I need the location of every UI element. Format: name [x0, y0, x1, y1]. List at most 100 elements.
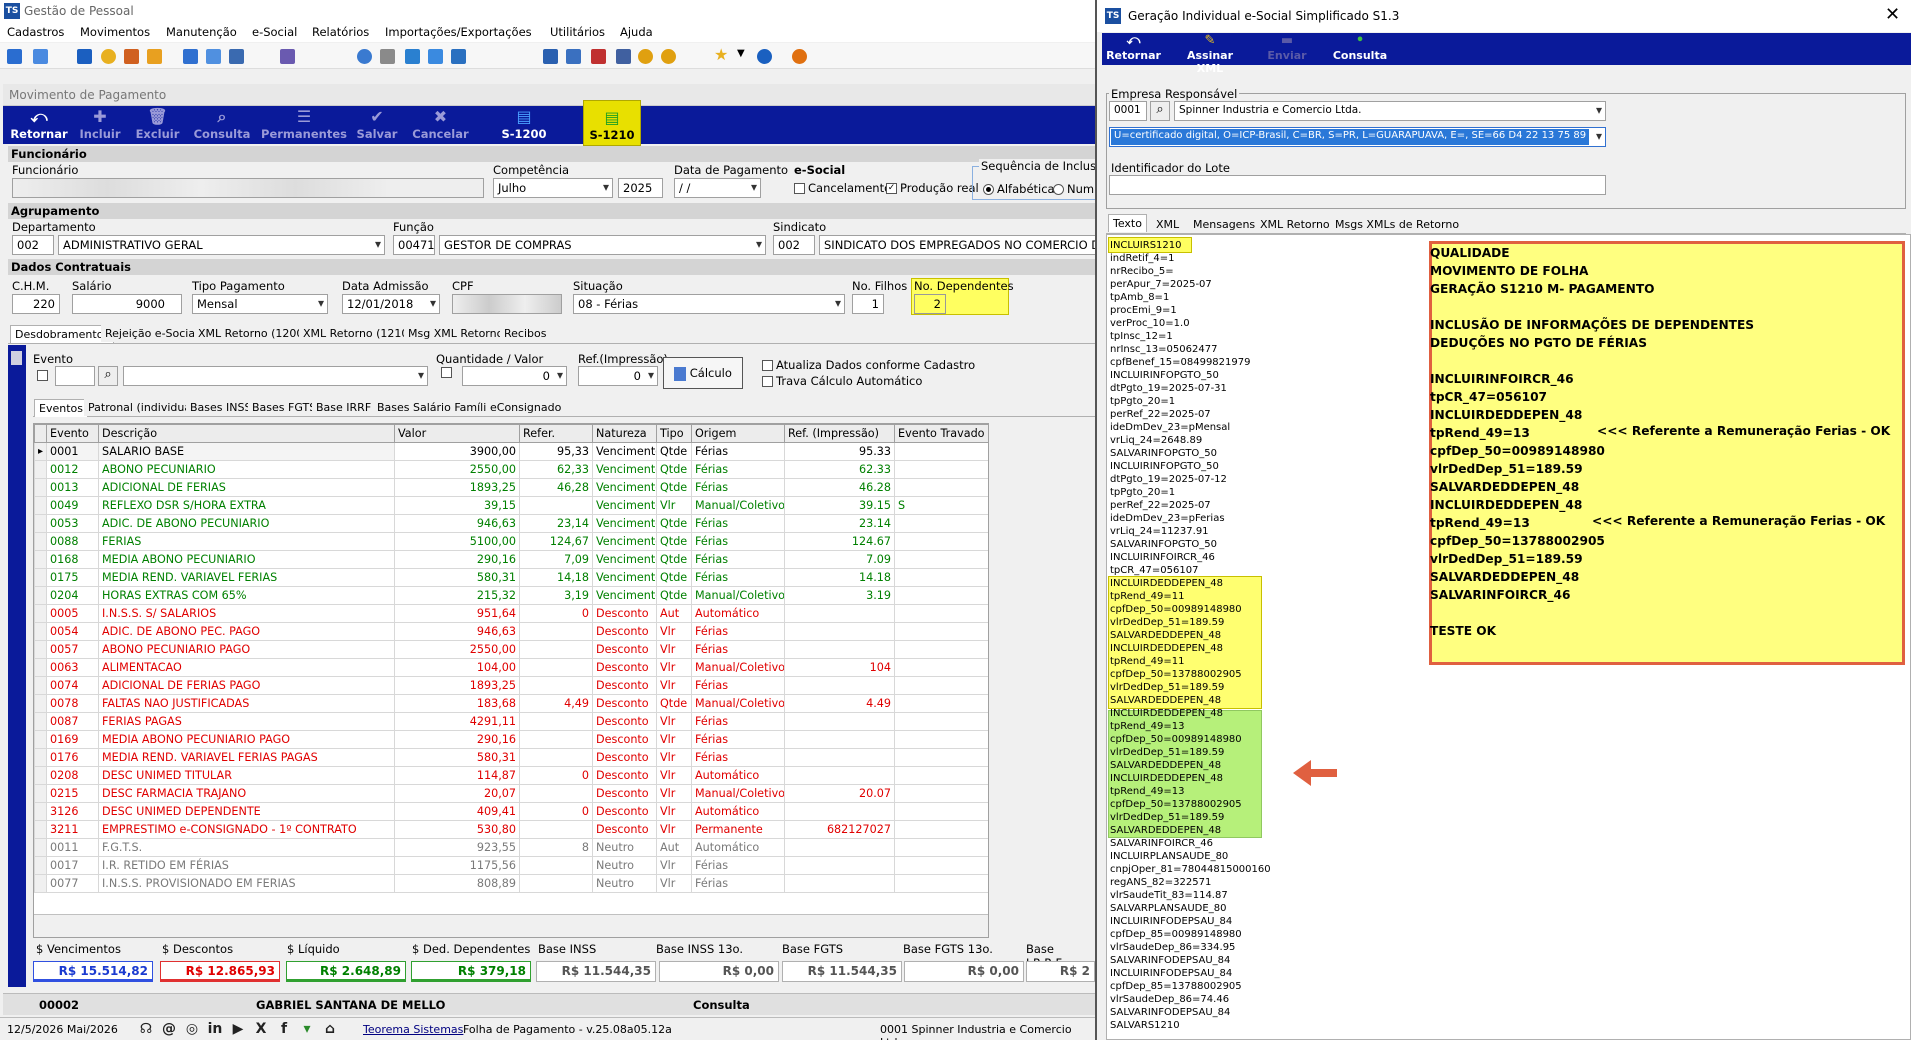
empresa-code-field[interactable]: 0001 [1109, 101, 1147, 121]
depto-select[interactable]: ADMINISTRATIVO GERAL [58, 235, 385, 255]
table-row[interactable]: 0063 ALIMENTACAO 104,00 Desconto Vlr Manual/C… [34, 658, 988, 677]
producao-real-checkbox[interactable]: ✓ Produção real [886, 181, 979, 195]
menu-importacoes[interactable]: Importações/Exportações [385, 25, 532, 39]
qt-calendar-icon[interactable] [124, 49, 139, 64]
competencia-ano-spinner[interactable]: 2025 [618, 178, 663, 198]
funcionario-field[interactable] [12, 178, 484, 198]
linkedin-icon[interactable]: in [207, 1021, 223, 1037]
table-row[interactable]: 0012 ABONO PECUNIARIO 2550,00 62,33 Vencimen… [34, 460, 988, 479]
table-row[interactable]: 0074 ADICIONAL DE FERIAS PAGO 1893,25 Desco… [34, 676, 988, 695]
qt-dropdown-icon[interactable]: ▼ [737, 48, 745, 59]
qtd-valor-field[interactable]: 0 [462, 366, 567, 386]
table-row[interactable]: 0087 FERIAS PAGAS 4291,11 Desconto Vlr Férias [34, 712, 988, 731]
instagram-icon[interactable]: ◎ [184, 1021, 200, 1037]
consulta-button[interactable]: ⌕ Consulta [191, 107, 253, 141]
tab-bases-salario-familia[interactable]: Bases Salário Família [373, 399, 498, 416]
qt-gear-icon[interactable] [661, 49, 676, 64]
evento-select[interactable] [123, 366, 428, 386]
sindicato-code-field[interactable]: 002 [773, 235, 815, 255]
salvar-button[interactable]: ✔ Salvar [352, 107, 402, 141]
certificado-select[interactable]: U=certificado digital, O=ICP-Brasil, C=B… [1109, 127, 1606, 147]
tab-desdobramentos[interactable]: Desdobramentos [10, 325, 115, 343]
headset-icon[interactable]: ☊ [138, 1021, 154, 1037]
dependentes-field[interactable]: 2 [914, 294, 946, 314]
qt-edit-icon[interactable] [451, 49, 466, 64]
cancelamento-checkbox[interactable]: Cancelamento [794, 181, 891, 195]
grid-header-valor[interactable]: Valor [394, 424, 520, 443]
qt-info-icon[interactable] [757, 49, 772, 64]
qt-form-icon[interactable] [206, 49, 221, 64]
atualiza-box[interactable] [762, 360, 773, 371]
tab-bases-inss[interactable]: Bases INSS [186, 399, 256, 416]
chm-field[interactable]: 220 [12, 294, 60, 314]
dialog-retornar-button[interactable]: ⤺ Retornar [1106, 33, 1161, 62]
dialog-tab-xml-retorno[interactable]: XML Retorno [1256, 216, 1334, 233]
qt-cal2-icon[interactable] [591, 49, 606, 64]
qt-home-icon[interactable] [7, 49, 22, 64]
tab-recibos[interactable]: Recibos [500, 325, 551, 342]
tab-bases-fgts[interactable]: Bases FGTS [248, 399, 321, 416]
competencia-mes-select[interactable]: Julho [493, 178, 613, 198]
qt-email-icon[interactable] [357, 49, 372, 64]
table-row[interactable]: 0208 DESC UNIMED TITULAR 114,87 0 Desconto Vl… [34, 766, 988, 785]
funcao-select[interactable]: GESTOR DE COMPRAS [439, 235, 766, 255]
tipo-pagamento-select[interactable]: Mensal [192, 294, 328, 314]
facebook-icon[interactable]: f [276, 1021, 292, 1037]
alfabetica-radio-dot[interactable] [983, 184, 994, 195]
dialog-tab-texto[interactable]: Texto [1108, 214, 1147, 232]
incluir-button[interactable]: ✚ Incluir [75, 107, 125, 141]
empresa-search-button[interactable]: ⌕ [1150, 101, 1170, 121]
trava-checkbox[interactable]: Trava Cálculo Automático [762, 374, 922, 388]
table-row[interactable]: 0175 MEDIA REND. VARIAVEL FERIAS 580,31 14,… [34, 568, 988, 587]
grid-header-natureza[interactable]: Natureza [592, 424, 657, 443]
qt-chart-icon[interactable] [428, 49, 443, 64]
youtube-icon[interactable]: ▶ [230, 1021, 246, 1037]
numerica-radio-dot[interactable] [1053, 184, 1064, 195]
table-row[interactable]: 0078 FALTAS NAO JUSTIFICADAS 183,68 4,49 Des… [34, 694, 988, 713]
status-link[interactable]: Teorema Sistemas [363, 1023, 463, 1036]
qt-list-icon[interactable] [183, 49, 198, 64]
data-pagamento-field[interactable]: / / [674, 178, 761, 198]
depto-code-field[interactable]: 002 [12, 235, 54, 255]
table-row[interactable]: 0215 DESC FARMACIA TRAJANO 20,07 Desconto Vl… [34, 784, 988, 803]
qt-calc-icon[interactable] [543, 49, 558, 64]
alfabetica-radio[interactable]: Alfabética [983, 182, 1055, 196]
grid-header-ref-impressao[interactable]: Ref. (Impressão) [784, 424, 895, 443]
qt-star-icon[interactable]: ★ [714, 45, 728, 64]
cancelamento-box[interactable] [794, 183, 805, 194]
permanentes-button[interactable]: ☰ Permanentes [259, 107, 349, 141]
qt-clock-icon[interactable] [101, 49, 116, 64]
qt-table-icon[interactable] [616, 49, 631, 64]
grid-header-refer[interactable]: Refer. [519, 424, 593, 443]
grid-header-tipo[interactable]: Tipo [656, 424, 692, 443]
table-row[interactable]: 0088 FERIAS 5100,00 124,67 Vencimento Qtde Fér… [34, 532, 988, 551]
tab-econsignado[interactable]: eConsignado [486, 399, 566, 416]
grid-header-origem[interactable]: Origem [691, 424, 785, 443]
dialog-consulta-button[interactable]: • Consulta [1330, 33, 1390, 62]
grid-scroll-area[interactable] [34, 914, 988, 937]
table-row[interactable]: 0011 F.G.T.S. 923,55 8 Neutro Aut Automático [34, 838, 988, 857]
calculo-button[interactable]: Cálculo [663, 357, 743, 389]
table-row[interactable]: 0057 ABONO PECUNIARIO PAGO 2550,00 Desconto… [34, 640, 988, 659]
dialog-tab-msgs-xml[interactable]: Msgs XMLs de Retorno [1331, 216, 1464, 233]
dialog-tab-mensagens[interactable]: Mensagens [1189, 216, 1260, 233]
qt-send-icon[interactable] [405, 49, 420, 64]
table-row[interactable]: 0168 MEDIA ABONO PECUNIARIO 290,16 7,09 Venc… [34, 550, 988, 569]
qt-report-icon[interactable] [229, 49, 244, 64]
tab-eventos[interactable]: Eventos [34, 399, 88, 417]
table-row[interactable]: 0053 ADIC. DE ABONO PECUNIARIO 946,63 23,14… [34, 514, 988, 533]
grid-header-evento-travado[interactable]: Evento Travado [894, 424, 988, 443]
situacao-select[interactable]: 08 - Férias [573, 294, 845, 314]
excluir-button[interactable]: 🗑 Excluir [130, 107, 185, 141]
admissao-field[interactable]: 12/01/2018 [342, 294, 440, 314]
qt-save-icon[interactable] [77, 49, 92, 64]
grid-header-descricao[interactable]: Descrição [98, 424, 395, 443]
tab-base-irrf[interactable]: Base IRRF [312, 399, 376, 416]
menu-manutencao[interactable]: Manutenção [166, 25, 237, 39]
table-row[interactable]: 0204 HORAS EXTRAS COM 65% 215,32 3,19 Vencim… [34, 586, 988, 605]
qtd-checkbox[interactable] [441, 367, 452, 378]
qt-power-icon[interactable] [792, 49, 807, 64]
tab-msg-xml[interactable]: Msg XML Retorno [404, 325, 508, 342]
lote-field[interactable] [1109, 175, 1606, 195]
cpf-field[interactable] [452, 294, 562, 314]
